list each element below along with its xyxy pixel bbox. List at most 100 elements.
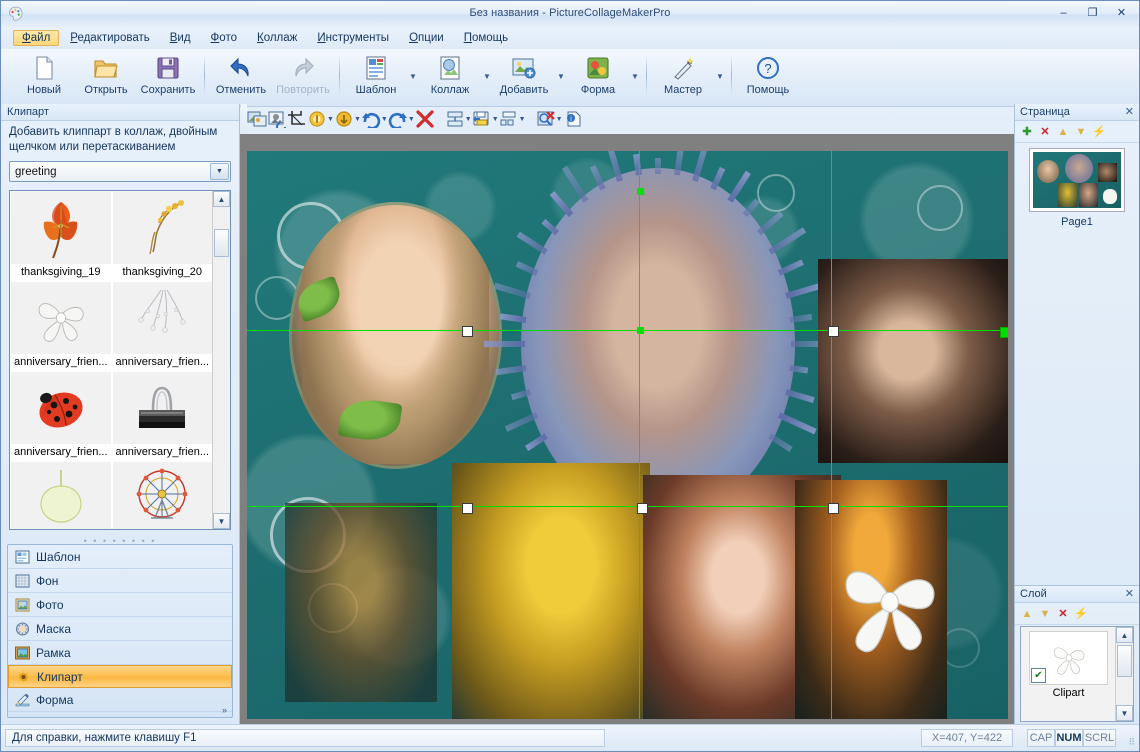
- brightness-down-icon[interactable]: [334, 107, 354, 131]
- align-vertical-icon[interactable]: [445, 107, 465, 131]
- expand-categories-button[interactable]: »: [222, 705, 227, 715]
- menu-collage[interactable]: Коллаж: [248, 30, 306, 46]
- scroll-down-icon[interactable]: ▼: [1116, 705, 1133, 721]
- menu-edit[interactable]: Редактировать: [61, 30, 158, 46]
- chevron-down-icon[interactable]: ▼: [556, 107, 563, 131]
- toolbar-button-shape[interactable]: Форма: [567, 51, 629, 105]
- menu-file[interactable]: Файл: [13, 30, 60, 46]
- distribute-icon[interactable]: [499, 107, 519, 131]
- toolbar-button-new-document[interactable]: Новый: [13, 51, 75, 105]
- chevron-down-icon[interactable]: ▼: [629, 51, 641, 115]
- resize-handle-right-mid[interactable]: [828, 325, 840, 337]
- selection-handle-right[interactable]: [1000, 327, 1008, 339]
- clipart-item[interactable]: anniversary_frien...: [112, 371, 214, 461]
- sidebar-item-background-grid[interactable]: Фон: [8, 569, 232, 593]
- layer-visibility-checkbox[interactable]: ✔: [1031, 668, 1046, 683]
- menu-photo[interactable]: Фото: [202, 30, 246, 46]
- resize-handle-left-bottom[interactable]: [462, 503, 474, 515]
- layer-delete-icon[interactable]: ✕: [1056, 607, 1070, 621]
- delete-red-x-icon[interactable]: [415, 107, 435, 131]
- delete-page-icon[interactable]: ✕: [1038, 125, 1052, 139]
- clipart-item[interactable]: thanksgiving_20: [112, 191, 214, 281]
- chevron-down-icon[interactable]: ▼: [327, 107, 334, 131]
- rotate-right-icon[interactable]: [361, 107, 381, 131]
- chevron-down-icon[interactable]: ▼: [381, 107, 388, 131]
- collage-photo-dark-woman[interactable]: [817, 258, 1008, 464]
- layer-thumbnail[interactable]: ✔: [1029, 631, 1108, 685]
- chevron-down-icon[interactable]: ▼: [714, 51, 726, 115]
- move-page-up-icon[interactable]: ▲: [1056, 125, 1070, 139]
- resize-handle-left-mid[interactable]: [462, 325, 474, 337]
- toolbar-button-undo-arrow[interactable]: Отменить: [210, 51, 272, 105]
- sidebar-item-photo-frame[interactable]: Фото: [8, 593, 232, 617]
- clipart-item[interactable]: anniversary_frien...: [112, 281, 214, 371]
- maximize-button[interactable]: ❐: [1079, 4, 1106, 22]
- close-icon[interactable]: ✕: [1125, 105, 1134, 118]
- refresh-page-icon[interactable]: ⚡: [1092, 125, 1106, 139]
- clipart-list[interactable]: thanksgiving_19 thanksgiving_20 anniversar…: [9, 190, 231, 530]
- chevron-down-icon[interactable]: ▼: [555, 51, 567, 115]
- collage-photo-sunset-left[interactable]: [285, 503, 438, 702]
- toolbar-button-wizard-wand[interactable]: Мастер: [652, 51, 714, 105]
- brightness-up-icon[interactable]: [307, 107, 327, 131]
- chevron-down-icon[interactable]: ▼: [210, 163, 229, 180]
- clipart-scrollbar[interactable]: ▲ ▼: [212, 191, 230, 529]
- layer-scrollbar[interactable]: ▲ ▼: [1115, 627, 1133, 721]
- toolbar-button-open-folder[interactable]: Открыть: [75, 51, 137, 105]
- rotate-left-icon[interactable]: [388, 107, 408, 131]
- scrollbar-thumb[interactable]: [214, 229, 229, 257]
- chevron-down-icon[interactable]: ▼: [481, 51, 493, 115]
- scrollbar-thumb[interactable]: [1117, 645, 1132, 677]
- selection-handle-center[interactable]: [636, 327, 644, 335]
- properties-info-icon[interactable]: i: [563, 107, 583, 131]
- layer-refresh-icon[interactable]: ⚡: [1074, 607, 1088, 621]
- scroll-down-icon[interactable]: ▼: [213, 513, 230, 529]
- toolbar-button-add-photo[interactable]: Добавить: [493, 51, 555, 105]
- clipart-category-combo[interactable]: greeting ▼: [9, 161, 231, 182]
- chevron-down-icon[interactable]: ▼: [492, 107, 499, 131]
- minimize-button[interactable]: –: [1050, 4, 1077, 22]
- menu-tools[interactable]: Инструменты: [308, 30, 398, 46]
- page-thumbnail[interactable]: [1029, 148, 1125, 212]
- sidebar-item-frame[interactable]: Рамка: [8, 641, 232, 665]
- clipart-item[interactable]: [10, 461, 112, 529]
- scroll-up-icon[interactable]: ▲: [1116, 627, 1133, 643]
- close-icon[interactable]: ✕: [1125, 587, 1134, 600]
- clipart-item[interactable]: thanksgiving_19: [10, 191, 112, 281]
- chevron-down-icon[interactable]: ▼: [354, 107, 361, 131]
- resize-handle-right-bottom[interactable]: [828, 503, 840, 515]
- swap-photo-icon[interactable]: [247, 107, 267, 131]
- menu-options[interactable]: Опции: [400, 30, 453, 46]
- remove-background-icon[interactable]: [536, 107, 556, 131]
- chevron-down-icon[interactable]: ▼: [465, 107, 472, 131]
- chevron-down-icon[interactable]: ▼: [408, 107, 415, 131]
- add-page-icon[interactable]: ✚: [1020, 125, 1034, 139]
- layer-up-icon[interactable]: ▲: [1020, 607, 1034, 621]
- clipart-item[interactable]: anniversary_frien...: [10, 281, 112, 371]
- layer-list[interactable]: ✔ Clipart ▲ ▼: [1020, 626, 1134, 722]
- sidebar-item-mask[interactable]: Маска: [8, 617, 232, 641]
- sidebar-item-shape-pencil[interactable]: Форма: [8, 688, 232, 712]
- menu-view[interactable]: Вид: [161, 30, 200, 46]
- clipart-item[interactable]: [112, 461, 214, 529]
- collage-canvas[interactable]: [247, 151, 1008, 719]
- close-button[interactable]: ✕: [1108, 4, 1135, 22]
- crop-photo-icon[interactable]: [287, 107, 307, 131]
- resize-grip[interactable]: ⠿: [1128, 737, 1136, 748]
- collage-photo-yellow-woman[interactable]: [452, 463, 651, 719]
- move-page-down-icon[interactable]: ▼: [1074, 125, 1088, 139]
- resize-handle-center-bottom[interactable]: [636, 503, 648, 515]
- clipart-item[interactable]: anniversary_frien...: [10, 371, 112, 461]
- save-layout-icon[interactable]: [472, 107, 492, 131]
- toolbar-button-help-question[interactable]: ? Помощь: [737, 51, 799, 105]
- canvas-area[interactable]: [240, 134, 1015, 724]
- layer-down-icon[interactable]: ▼: [1038, 607, 1052, 621]
- toolbar-button-save-disk[interactable]: Сохранить: [137, 51, 199, 105]
- menu-help[interactable]: Помощь: [455, 30, 517, 46]
- sidebar-item-clipart-sun[interactable]: Клипарт: [8, 665, 232, 688]
- toolbar-button-template[interactable]: Шаблон: [345, 51, 407, 105]
- selection-handle-top[interactable]: [636, 187, 644, 195]
- toolbar-button-collage[interactable]: Коллаж: [419, 51, 481, 105]
- replace-photo-icon[interactable]: [267, 107, 287, 131]
- chevron-down-icon[interactable]: ▼: [519, 107, 526, 131]
